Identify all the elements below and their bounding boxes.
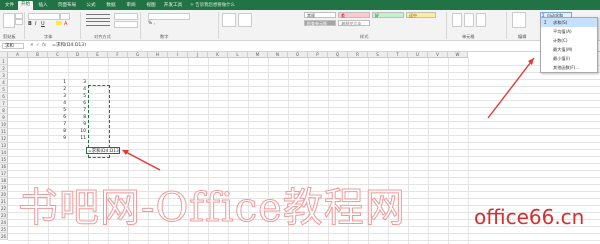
arrow-to-dropdown <box>487 57 535 119</box>
watermark-text: 书吧网-Office教程网 <box>18 185 406 232</box>
arrow-to-cell <box>123 150 161 171</box>
site-logo-text: office66.cn <box>474 205 585 229</box>
